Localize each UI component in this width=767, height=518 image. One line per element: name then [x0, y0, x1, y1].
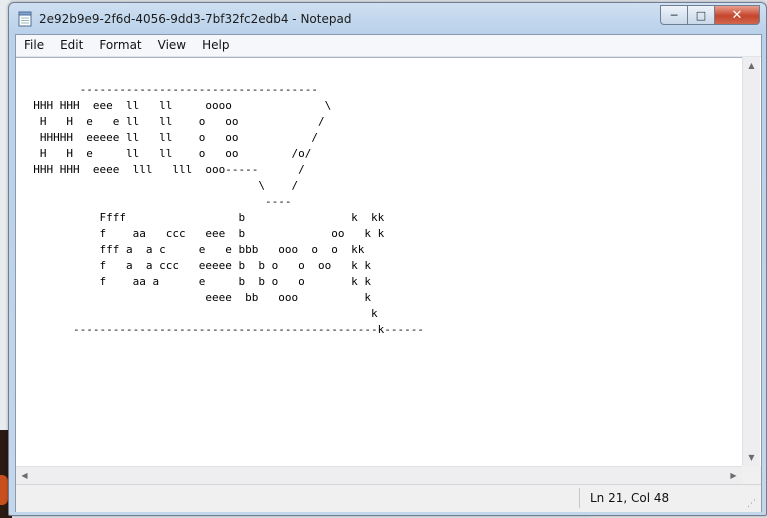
horizontal-scrollbar[interactable]: ◀ ▶ [16, 466, 742, 484]
menu-format[interactable]: Format [91, 35, 149, 56]
notepad-window: 2e92b9e9-2f6d-4056-9dd3-7bf32fc2edb4 - N… [8, 2, 767, 516]
window-title: 2e92b9e9-2f6d-4056-9dd3-7bf32fc2edb4 - N… [39, 12, 352, 26]
minimize-button[interactable]: ─ [660, 5, 687, 25]
scrollbar-corner [742, 466, 761, 484]
notepad-icon [18, 11, 32, 27]
title-bar[interactable]: 2e92b9e9-2f6d-4056-9dd3-7bf32fc2edb4 - N… [9, 3, 766, 33]
editor-text[interactable]: ------------------------------------ HHH… [16, 58, 742, 338]
menu-edit[interactable]: Edit [52, 35, 91, 56]
menu-file[interactable]: File [16, 35, 52, 56]
menu-bar: File Edit Format View Help [16, 35, 761, 57]
cursor-position: Ln 21, Col 48 [590, 491, 670, 505]
scroll-down-arrow-icon[interactable]: ▼ [743, 449, 760, 466]
close-button[interactable]: ✕ [714, 5, 760, 25]
notepad-client-area: File Edit Format View Help -------------… [15, 34, 762, 512]
minimize-icon: ─ [670, 8, 678, 22]
desktop-background-accent [0, 475, 8, 505]
caption-buttons: ─ □ ✕ [660, 5, 760, 25]
scroll-right-arrow-icon[interactable]: ▶ [725, 467, 742, 484]
status-separator [579, 488, 580, 508]
status-bar: Ln 21, Col 48 ⋰ [16, 484, 761, 512]
scroll-left-arrow-icon[interactable]: ◀ [16, 467, 33, 484]
menu-view[interactable]: View [150, 35, 194, 56]
close-icon: ✕ [731, 7, 743, 23]
scroll-up-arrow-icon[interactable]: ▲ [743, 57, 760, 74]
maximize-icon: □ [695, 8, 707, 22]
text-editor[interactable]: ------------------------------------ HHH… [16, 57, 742, 467]
vertical-scrollbar[interactable]: ▲ ▼ [742, 57, 760, 466]
menu-help[interactable]: Help [194, 35, 237, 56]
resize-grip-icon[interactable]: ⋰ [747, 498, 759, 510]
maximize-button[interactable]: □ [687, 5, 714, 25]
